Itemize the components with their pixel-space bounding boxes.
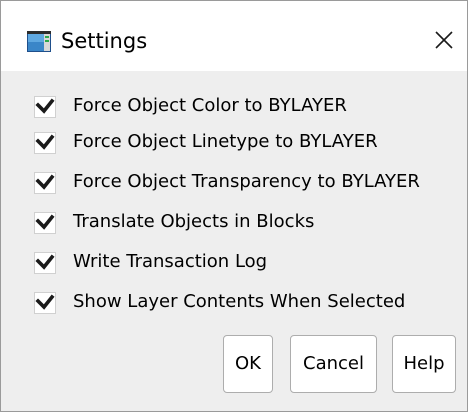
help-button[interactable]: Help — [392, 335, 456, 393]
dialog-body: Force Object Color to BYLAYER Force Obje… — [1, 71, 467, 411]
checkmark-icon — [35, 294, 55, 310]
checkbox[interactable] — [34, 96, 56, 118]
option-show-layer-contents[interactable]: Show Layer Contents When Selected — [1, 288, 467, 316]
checkmark-icon — [35, 254, 55, 270]
option-force-transparency[interactable]: Force Object Transparency to BYLAYER — [1, 168, 467, 196]
close-button[interactable] — [427, 23, 461, 57]
option-force-color[interactable]: Force Object Color to BYLAYER — [1, 92, 467, 120]
cancel-button[interactable]: Cancel — [290, 335, 377, 393]
settings-dialog: Settings Force Object Color to BYLAYER F… — [0, 0, 468, 412]
checkbox[interactable] — [34, 132, 56, 154]
checkmark-icon — [35, 98, 55, 114]
option-label: Force Object Transparency to BYLAYER — [73, 171, 420, 192]
checkbox[interactable] — [34, 212, 56, 234]
title-bar: Settings — [1, 1, 467, 71]
dialog-title: Settings — [61, 29, 148, 53]
option-label: Translate Objects in Blocks — [73, 211, 315, 232]
checkbox[interactable] — [34, 292, 56, 314]
option-label: Force Object Linetype to BYLAYER — [73, 131, 378, 152]
option-label: Write Transaction Log — [73, 251, 268, 272]
option-label: Show Layer Contents When Selected — [73, 291, 406, 312]
close-icon — [435, 31, 453, 49]
checkbox[interactable] — [34, 172, 56, 194]
ok-button[interactable]: OK — [223, 335, 273, 393]
checkmark-icon — [35, 134, 55, 150]
checkmark-icon — [35, 214, 55, 230]
settings-app-icon — [27, 31, 51, 52]
option-force-linetype[interactable]: Force Object Linetype to BYLAYER — [1, 128, 467, 156]
option-write-log[interactable]: Write Transaction Log — [1, 248, 467, 276]
option-translate-blocks[interactable]: Translate Objects in Blocks — [1, 208, 467, 236]
option-label: Force Object Color to BYLAYER — [73, 95, 347, 116]
checkmark-icon — [35, 174, 55, 190]
checkbox[interactable] — [34, 252, 56, 274]
